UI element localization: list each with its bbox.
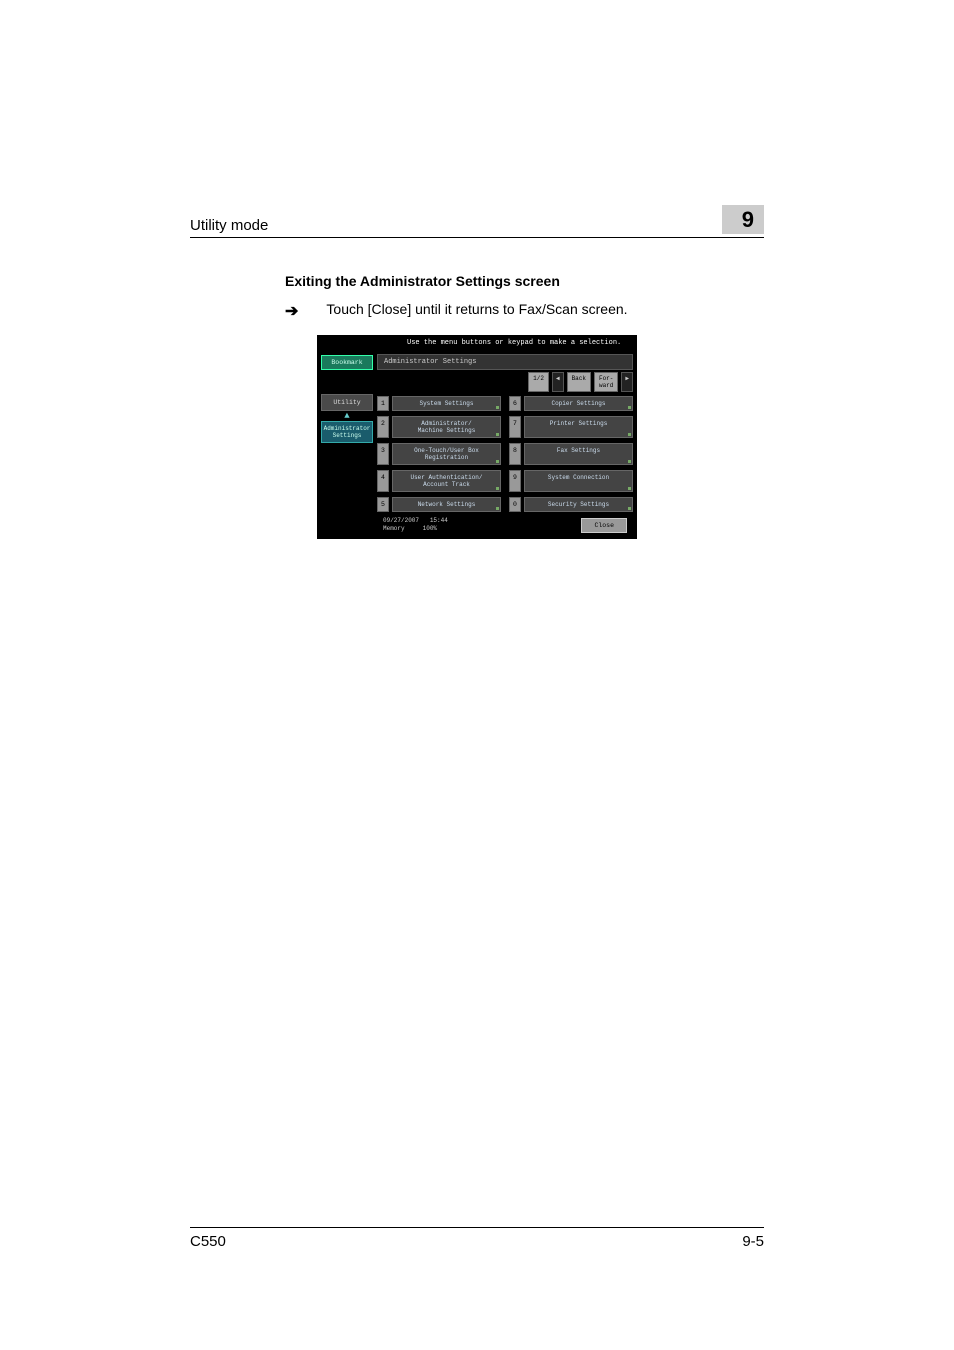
menu-number: 5 bbox=[377, 497, 389, 512]
back-button[interactable]: Back bbox=[567, 372, 591, 392]
menu-item[interactable]: 3One-Touch/User BoxRegistration bbox=[377, 443, 501, 465]
page-next-icon[interactable]: ▶ bbox=[621, 372, 633, 392]
memory-label: Memory bbox=[383, 525, 405, 532]
instruction-text: Touch [Close] until it returns to Fax/Sc… bbox=[326, 301, 627, 321]
admin-settings-button[interactable]: Administrator Settings bbox=[321, 421, 373, 443]
menu-number: 1 bbox=[377, 396, 389, 411]
menu-item[interactable]: 5Network Settings bbox=[377, 497, 501, 512]
header-title: Utility mode bbox=[190, 217, 268, 234]
memory-value: 100% bbox=[423, 525, 437, 532]
instruction-bar: Use the menu buttons or keypad to make a… bbox=[317, 335, 637, 351]
footer-page: 9-5 bbox=[742, 1233, 764, 1250]
bookmark-button[interactable]: Bookmark bbox=[321, 355, 373, 370]
menu-number: 4 bbox=[377, 470, 389, 492]
menu-number: 7 bbox=[509, 416, 521, 438]
menu-label[interactable]: System Connection bbox=[524, 470, 633, 492]
menu-item[interactable]: 2Administrator/Machine Settings bbox=[377, 416, 501, 438]
section-heading: Exiting the Administrator Settings scree… bbox=[285, 273, 764, 289]
menu-label[interactable]: Printer Settings bbox=[524, 416, 633, 438]
menu-item[interactable]: 4User Authentication/Account Track bbox=[377, 470, 501, 492]
page-prev-icon[interactable]: ◀ bbox=[552, 372, 564, 392]
page-indicator: 1/2 bbox=[528, 372, 549, 392]
menu-item[interactable]: 0Security Settings bbox=[509, 497, 633, 512]
menu-number: 9 bbox=[509, 470, 521, 492]
footer-date: 09/27/2007 bbox=[383, 517, 419, 524]
menu-item[interactable]: 1System Settings bbox=[377, 396, 501, 411]
menu-number: 3 bbox=[377, 443, 389, 465]
menu-number: 6 bbox=[509, 396, 521, 411]
menu-number: 0 bbox=[509, 497, 521, 512]
menu-label[interactable]: User Authentication/Account Track bbox=[392, 470, 501, 492]
menu-number: 8 bbox=[509, 443, 521, 465]
device-screenshot: Use the menu buttons or keypad to make a… bbox=[317, 335, 637, 539]
menu-item[interactable]: 7Printer Settings bbox=[509, 416, 633, 438]
menu-item[interactable]: 9System Connection bbox=[509, 470, 633, 492]
menu-label[interactable]: Administrator/Machine Settings bbox=[392, 416, 501, 438]
menu-label[interactable]: One-Touch/User BoxRegistration bbox=[392, 443, 501, 465]
menu-item[interactable]: 8Fax Settings bbox=[509, 443, 633, 465]
panel-title: Administrator Settings bbox=[377, 354, 633, 370]
forward-button[interactable]: For-ward bbox=[594, 372, 618, 392]
menu-label[interactable]: System Settings bbox=[392, 396, 501, 411]
arrow-icon: ➔ bbox=[285, 301, 298, 321]
up-arrow-icon: ▲ bbox=[321, 411, 373, 421]
utility-button[interactable]: Utility bbox=[321, 394, 373, 411]
menu-label[interactable]: Network Settings bbox=[392, 497, 501, 512]
menu-number: 2 bbox=[377, 416, 389, 438]
close-button[interactable]: Close bbox=[581, 518, 627, 533]
menu-item[interactable]: 6Copier Settings bbox=[509, 396, 633, 411]
chapter-number: 9 bbox=[722, 205, 764, 234]
menu-label[interactable]: Copier Settings bbox=[524, 396, 633, 411]
menu-label[interactable]: Fax Settings bbox=[524, 443, 633, 465]
footer-model: C550 bbox=[190, 1233, 226, 1250]
footer-time: 15:44 bbox=[430, 517, 448, 524]
menu-label[interactable]: Security Settings bbox=[524, 497, 633, 512]
